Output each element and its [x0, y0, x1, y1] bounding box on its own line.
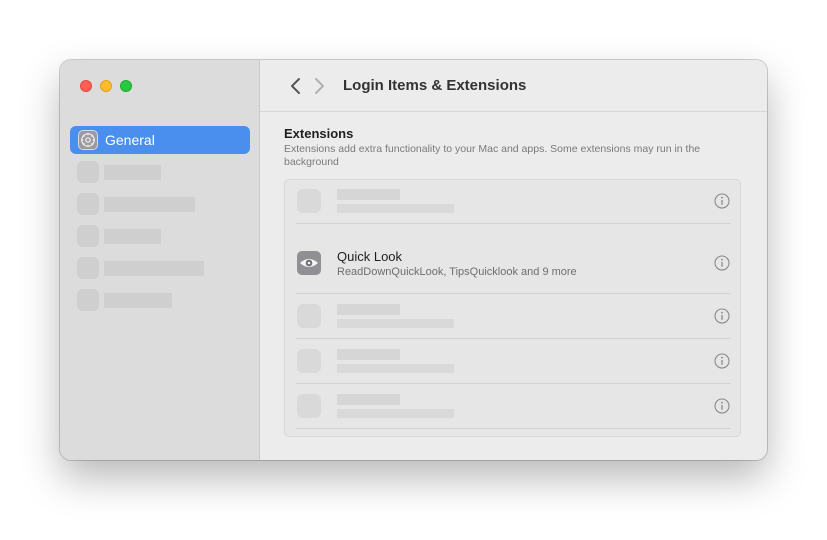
placeholder-subtitle: [337, 409, 454, 418]
placeholder-title: [337, 189, 400, 200]
section-title: Extensions: [284, 126, 354, 141]
placeholder-icon: [77, 257, 99, 279]
section-description: Extensions add extra functionality to yo…: [284, 143, 701, 168]
page-title: Login Items & Extensions: [343, 77, 527, 94]
info-button[interactable]: [714, 193, 730, 209]
placeholder-icon: [77, 193, 99, 215]
info-button[interactable]: [714, 308, 730, 324]
extension-row-placeholder[interactable]: [296, 384, 731, 429]
placeholder-icon: [297, 349, 321, 373]
placeholder-icon: [297, 394, 321, 418]
gear-icon: [78, 130, 98, 150]
placeholder-subtitle: [337, 319, 454, 328]
placeholder-icon: [297, 189, 321, 213]
eye-icon: [297, 251, 321, 275]
placeholder-label: [104, 261, 204, 276]
placeholder-icon: [77, 161, 99, 183]
info-button[interactable]: [714, 398, 730, 414]
extension-row-placeholder[interactable]: [296, 339, 731, 384]
extensions-list: Quick Look ReadDownQuickLook, TipsQuickl…: [284, 179, 741, 437]
info-icon: [714, 193, 730, 209]
info-icon: [714, 255, 730, 271]
toolbar: Login Items & Extensions: [260, 60, 767, 112]
placeholder-subtitle: [337, 204, 454, 213]
info-icon: [714, 398, 730, 414]
settings-window: General Login Items & Extensions Extensi…: [60, 60, 767, 460]
extension-detail: ReadDownQuickLook, TipsQuicklook and 9 m…: [337, 266, 577, 278]
info-icon: [714, 308, 730, 324]
forward-button[interactable]: [311, 75, 327, 97]
sidebar-item-label: General: [105, 132, 155, 148]
chevron-right-icon: [315, 78, 324, 94]
minimize-window-button[interactable]: [100, 80, 112, 92]
placeholder-subtitle: [337, 364, 454, 373]
placeholder-title: [337, 304, 400, 315]
close-window-button[interactable]: [80, 80, 92, 92]
placeholder-label: [104, 229, 161, 244]
main-pane: Login Items & Extensions Extensions Exte…: [260, 60, 767, 460]
info-button[interactable]: [714, 255, 730, 271]
placeholder-icon: [77, 225, 99, 247]
zoom-window-button[interactable]: [120, 80, 132, 92]
placeholder-label: [104, 293, 172, 308]
sidebar: General: [60, 60, 260, 460]
placeholder-label: [104, 197, 195, 212]
info-button[interactable]: [714, 353, 730, 369]
placeholder-title: [337, 394, 400, 405]
extension-row-placeholder[interactable]: [296, 180, 731, 224]
placeholder-title: [337, 349, 400, 360]
back-button[interactable]: [288, 75, 304, 97]
placeholder-label: [104, 165, 161, 180]
sidebar-item-general[interactable]: General: [70, 126, 250, 154]
extension-name: Quick Look: [337, 249, 403, 264]
extension-row-quick-look[interactable]: Quick Look ReadDownQuickLook, TipsQuickl…: [296, 224, 731, 294]
placeholder-icon: [297, 304, 321, 328]
info-icon: [714, 353, 730, 369]
extension-row-placeholder[interactable]: [296, 294, 731, 339]
chevron-left-icon: [291, 78, 300, 94]
placeholder-icon: [77, 289, 99, 311]
